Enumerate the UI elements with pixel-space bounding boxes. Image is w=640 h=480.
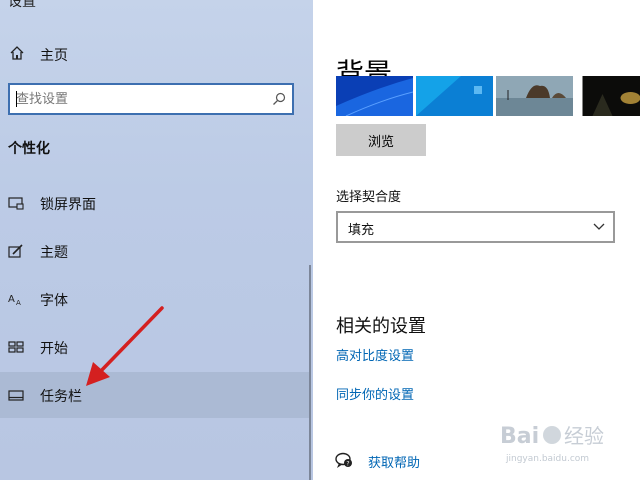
wallpaper-thumb-windows-blue[interactable] — [336, 76, 413, 116]
sync-settings-link[interactable]: 同步你的设置 — [336, 384, 414, 403]
sidebar-item-start[interactable]: 开始 — [0, 324, 310, 370]
chevron-down-icon — [593, 223, 605, 230]
home-icon — [10, 46, 24, 60]
main-panel: 背景 浏览 选择契合度 填充 相关的设置 高对比度设置 同步你的设置 ? 获取帮… — [313, 0, 640, 480]
app-title: 设置 — [8, 0, 36, 10]
help-chat-icon: ? — [335, 452, 352, 468]
sidebar: 设置 主页 个性化 锁屏界面 主题 A A — [0, 0, 313, 480]
section-title: 个性化 — [8, 141, 50, 157]
svg-text:Bai: Bai — [500, 424, 539, 449]
sidebar-item-taskbar[interactable]: 任务栏 — [0, 372, 310, 418]
svg-text:A: A — [16, 299, 21, 307]
text-caret — [16, 91, 17, 107]
sidebar-item-theme[interactable]: 主题 — [0, 228, 310, 274]
get-help-link[interactable]: 获取帮助 — [368, 452, 420, 471]
wallpaper-thumb-night[interactable] — [576, 76, 640, 116]
search-box[interactable] — [8, 83, 294, 115]
sidebar-scrollbar[interactable] — [309, 265, 311, 480]
sidebar-home-label: 主页 — [40, 48, 68, 64]
fit-dropdown[interactable]: 填充 — [336, 211, 615, 243]
svg-text:jingyan.baidu.com: jingyan.baidu.com — [505, 454, 589, 464]
fit-label: 选择契合度 — [336, 190, 402, 205]
sidebar-item-label: 开始 — [40, 341, 68, 357]
search-input[interactable] — [16, 90, 266, 108]
svg-text:?: ? — [346, 461, 349, 468]
sidebar-item-label: 字体 — [40, 293, 68, 309]
sidebar-item-lock-screen[interactable]: 锁屏界面 — [0, 180, 310, 226]
theme-brush-icon — [8, 244, 23, 258]
browse-button[interactable]: 浏览 — [336, 124, 426, 156]
baidu-watermark-logo: Bai 经验 jingyan.baidu.com — [500, 424, 604, 464]
lock-screen-icon — [8, 197, 24, 210]
taskbar-icon — [8, 390, 24, 401]
svg-text:经验: 经验 — [564, 424, 604, 448]
search-icon[interactable] — [272, 92, 286, 106]
sidebar-item-home[interactable]: 主页 — [0, 36, 313, 72]
high-contrast-link[interactable]: 高对比度设置 — [336, 345, 414, 364]
start-tiles-icon — [8, 341, 24, 353]
sidebar-item-fonts[interactable]: A A 字体 — [0, 276, 310, 322]
svg-text:A: A — [8, 294, 15, 305]
sidebar-item-label: 锁屏界面 — [40, 197, 96, 213]
sidebar-item-label: 主题 — [40, 245, 68, 261]
sidebar-item-label: 任务栏 — [40, 389, 82, 405]
wallpaper-thumb-light-blue[interactable] — [416, 76, 493, 116]
wallpaper-thumb-beach[interactable] — [496, 76, 573, 116]
font-icon: A A — [8, 294, 21, 307]
fit-dropdown-value: 填充 — [348, 223, 375, 238]
related-settings-title: 相关的设置 — [336, 316, 426, 337]
